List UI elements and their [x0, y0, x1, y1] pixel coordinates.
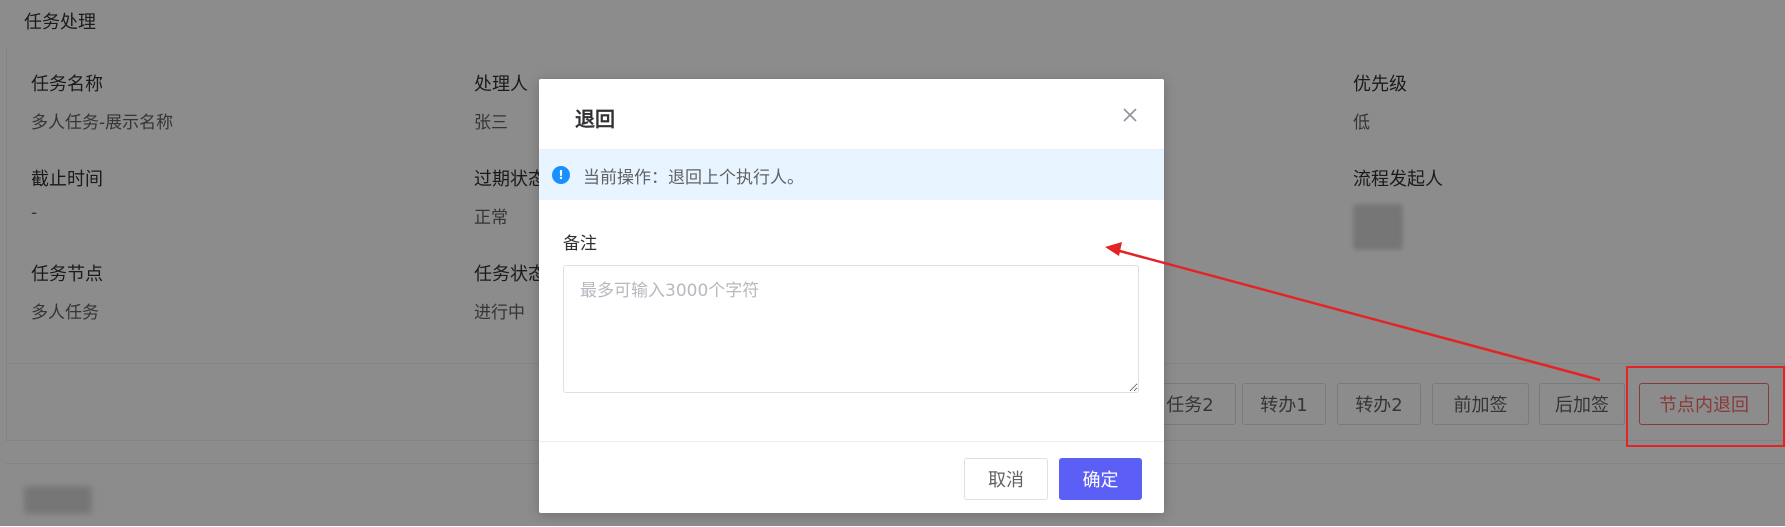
dialog-title: 退回	[575, 107, 615, 131]
page: 任务处理 任务名称 多人任务-展示名称 处理人 张三 优先级 低 截止时间 - …	[0, 0, 1785, 527]
info-alert: ! 当前操作：退回上个执行人。	[539, 150, 1164, 200]
annotation-highlight-box	[1626, 366, 1785, 447]
remark-label: 备注	[563, 234, 597, 254]
cancel-button[interactable]: 取消	[964, 458, 1048, 500]
info-text: 当前操作：退回上个执行人。	[583, 167, 804, 188]
dialog-footer-divider	[539, 441, 1164, 442]
remark-textarea[interactable]	[563, 265, 1139, 393]
return-dialog: 退回 ! 当前操作：退回上个执行人。 备注 取消 确定	[539, 79, 1164, 513]
confirm-button[interactable]: 确定	[1059, 458, 1142, 500]
close-icon[interactable]	[1116, 101, 1144, 129]
info-icon: !	[552, 166, 570, 184]
